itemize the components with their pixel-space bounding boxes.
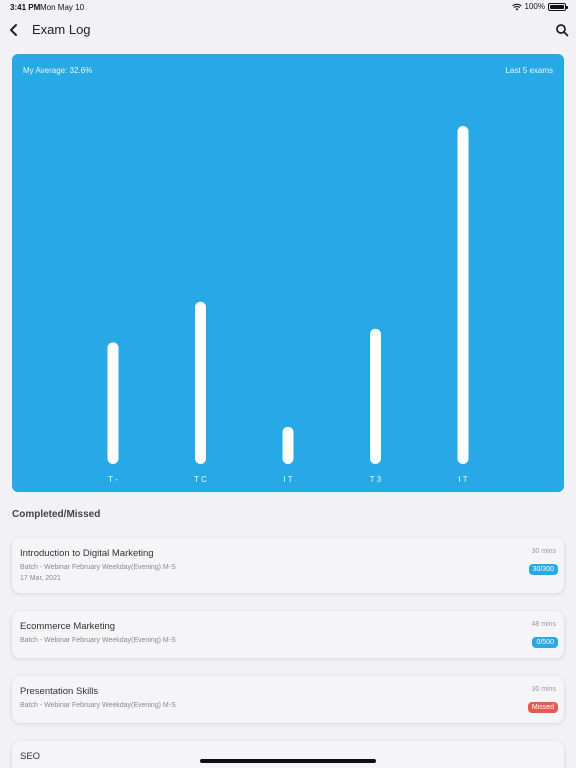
bar-label-2: T C	[194, 475, 207, 484]
bar-5	[457, 126, 469, 464]
wifi-icon	[511, 3, 522, 10]
exam-name: Presentation Skills	[20, 686, 99, 697]
exam-duration: 30 mins	[531, 686, 556, 693]
bar-label-1: T -	[108, 475, 118, 484]
exam-name: Ecommerce Marketing	[20, 621, 116, 632]
exam-batch: Batch - Webinar February Weekday(Evening…	[20, 702, 176, 709]
exam-card[interactable]: Presentation Skills Batch - Webinar Febr…	[12, 676, 564, 723]
exam-name: Introduction to Digital Marketing	[20, 548, 154, 559]
exam-card[interactable]: Introduction to Digital Marketing Batch …	[12, 538, 564, 593]
status-date: Mon May 10	[40, 3, 85, 12]
home-indicator	[200, 759, 376, 763]
bar-2	[195, 301, 206, 464]
status-time: 3:41 PM	[10, 3, 41, 12]
score-badge: 0/500	[532, 637, 558, 648]
exam-batch: Batch - Webinar February Weekday(Evening…	[20, 564, 176, 571]
section-title: Completed/Missed	[12, 509, 101, 520]
nav-bar: Exam Log	[0, 16, 576, 44]
bar-label-3: I T	[283, 475, 292, 484]
search-icon[interactable]	[554, 20, 570, 40]
bar-4	[370, 328, 381, 464]
bar-label-5: I T	[458, 475, 467, 484]
exam-batch: Batch - Webinar February Weekday(Evening…	[20, 637, 176, 644]
bar-label-4: T 3	[370, 475, 382, 484]
bar-chart: T - T C I T T 3 I T	[107, 126, 469, 484]
exam-duration: 30 mins	[531, 548, 556, 555]
score-badge: 30/300	[528, 564, 558, 575]
status-right: 100%	[511, 2, 568, 11]
exam-date: 17 Mar, 2021	[20, 575, 61, 582]
bar-1	[107, 342, 119, 464]
exam-card[interactable]: SEO	[12, 741, 564, 768]
missed-badge: Missed	[527, 702, 558, 713]
battery-percent: 100%	[524, 2, 545, 11]
page-title: Exam Log	[32, 22, 91, 37]
status-bar: 3:41 PM Mon May 10 100%	[0, 0, 576, 14]
exam-name: SEO	[20, 751, 41, 762]
chart-card: My Average: 32.6% Last 5 exams T -T CI T…	[12, 54, 564, 492]
bar-3	[282, 426, 294, 464]
exam-duration: 48 mins	[531, 621, 556, 628]
chevron-left-icon[interactable]	[6, 20, 22, 40]
battery-icon	[548, 2, 568, 11]
exam-card[interactable]: Ecommerce Marketing Batch - Webinar Febr…	[12, 611, 564, 658]
